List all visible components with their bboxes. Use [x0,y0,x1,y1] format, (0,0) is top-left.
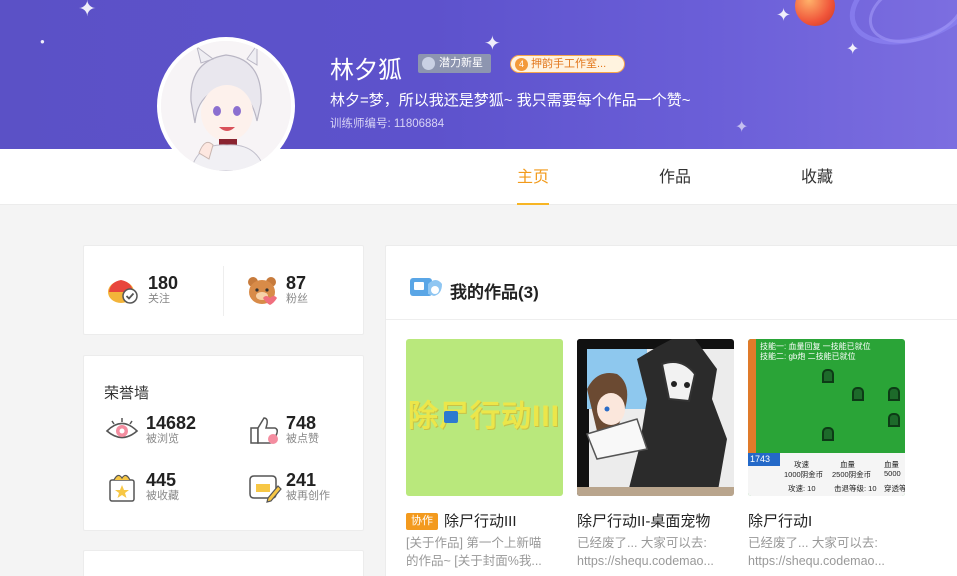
fans-count: 87 [286,273,307,293]
tab-favorites[interactable]: 收藏 [801,149,833,205]
views-stat: 14682 被浏览 [104,414,196,446]
zombie-sprite [888,387,900,401]
work-thumbnail-1[interactable]: 除尸行动III [406,339,563,496]
fans-stat[interactable]: 87 粉丝 [246,274,308,306]
trainer-id: 训练师编号: 11806884 [330,118,445,130]
following-count: 180 [148,273,179,293]
eye-icon [105,418,139,439]
zombie-sprite [888,413,900,427]
planet-decoration [795,0,835,26]
remix-pencil-icon [249,475,282,503]
studio-level-icon: 4 [515,57,528,71]
star-decoration: ✦ [735,119,749,136]
follow-stats-card: 180 关注 87 粉丝 [83,245,364,335]
fans-label: 粉丝 [286,293,308,305]
studio-badge-label: 押韵手工作室... [531,58,607,70]
tab-home[interactable]: 主页 [517,149,549,205]
hud-stat-3: 穿透等 [884,484,905,493]
star-badge-icon [422,57,435,70]
following-icon [108,280,138,304]
work-desc-1: [关于作品] 第一个上新喵 [406,536,542,550]
profile-name: 林夕狐 [330,56,402,84]
sidebar-card [83,550,364,576]
zombie-sprite [822,369,834,383]
zombie-sprite [852,387,864,401]
divider [223,266,224,316]
views-label: 被浏览 [146,433,179,445]
hud-cost-2: 2500阴金币 [832,470,872,479]
hud-stat-1: 攻速: 10 [788,484,816,493]
profile-nav: 主页 作品 收藏 [0,149,957,205]
collects-count: 445 [146,470,177,490]
work-desc-2b: https://shequ.codemao... [577,554,714,568]
work-title-1[interactable]: 协作 除尸行动III [406,510,517,531]
ring-decoration [859,0,957,56]
hud-cost-3: 5000 [884,469,901,478]
works-header: 我的作品(3) [386,246,957,320]
thumbnail-title-art: 除尸行动III [408,400,561,433]
studio-badge[interactable]: 4 押韵手工作室... [510,55,625,73]
following-stat[interactable]: 180 关注 [106,274,178,306]
game-left-bar [748,339,756,454]
work-desc-3: 已经废了... 大家可以去: [748,536,878,550]
thumbnail-zombie-icon [444,411,458,423]
star-decoration: ✦ [78,0,97,21]
work-desc-3b: https://shequ.codemao... [748,554,885,568]
collect-box-icon [109,474,135,502]
likes-stat: 748 被点赞 [246,414,319,446]
profile-motto: 林夕=梦，所以我还是梦狐~ 我只需要每个作品一个赞~ [330,92,691,109]
work-title-3[interactable]: 除尸行动I [748,510,812,531]
views-count: 14682 [146,413,197,433]
honor-wall-title: 荣誉墙 [104,385,150,402]
work-desc-2: 已经废了... 大家可以去: [577,536,707,550]
game-skill-2: 技能二: gb炮 二技能已就位 [760,352,856,361]
game-hud: 1743 攻速 血量 血量 1000阴金币 2500阴金币 5000 攻速: 1… [748,453,905,496]
work-desc-1b: 的作品~ [关于封面%我... [406,554,542,568]
remix-count: 241 [286,470,317,490]
likes-count: 748 [286,413,317,433]
star-decoration: ✦ [846,41,860,58]
star-decoration: ✦ [776,5,792,25]
works-title: 我的作品(3) [450,283,539,302]
avatar-illustration [161,41,291,171]
likes-label: 被点赞 [286,433,319,445]
work-title-2[interactable]: 除尸行动II-桌面宠物 [577,510,710,531]
zombie-sprite [822,427,834,441]
level-badge-label: 潜力新星 [439,57,483,69]
hud-stat-2: 击退等级: 10 [834,484,877,493]
my-works-card: 我的作品(3) 除尸行动III 协作 除尸行动III [关于作品] 第一个上新喵 … [385,245,957,576]
profile-banner: ✦ ● ✦ ✦ ✦ ✦ 林夕狐 潜力新星 4 押韵手工作室... 林夕=梦，所以… [0,0,957,149]
collects-stat: 445 被收藏 [104,470,179,504]
work-thumbnail-3[interactable]: 技能一: 血量回复 一技能已就位 技能二: gb炮 二技能已就位 1743 攻速… [748,339,905,496]
tab-works[interactable]: 作品 [659,149,691,205]
following-label: 关注 [148,293,170,305]
remix-label: 被再创作 [286,490,330,502]
works-folder-icon [410,278,442,296]
star-decoration: ✦ [484,33,501,55]
honor-wall-card: 荣誉墙 14682 被浏览 748 被点赞 445 被收藏 241 被再创作 [83,355,364,531]
remix-stat: 241 被再创作 [246,470,330,504]
hud-cost-1: 1000阴金币 [784,470,824,479]
avatar[interactable] [157,37,295,175]
level-badge[interactable]: 潜力新星 [418,54,491,73]
work-title-1-text: 除尸行动III [444,513,517,530]
work-thumbnail-2[interactable] [577,339,734,496]
game-score: 1743 [748,453,780,466]
fans-bear-icon [248,277,277,305]
star-decoration: ● [40,37,45,46]
collects-label: 被收藏 [146,490,179,502]
collab-tag: 协作 [406,513,438,530]
thumbs-up-icon [250,417,278,444]
thumbnail-character-art [577,339,734,496]
